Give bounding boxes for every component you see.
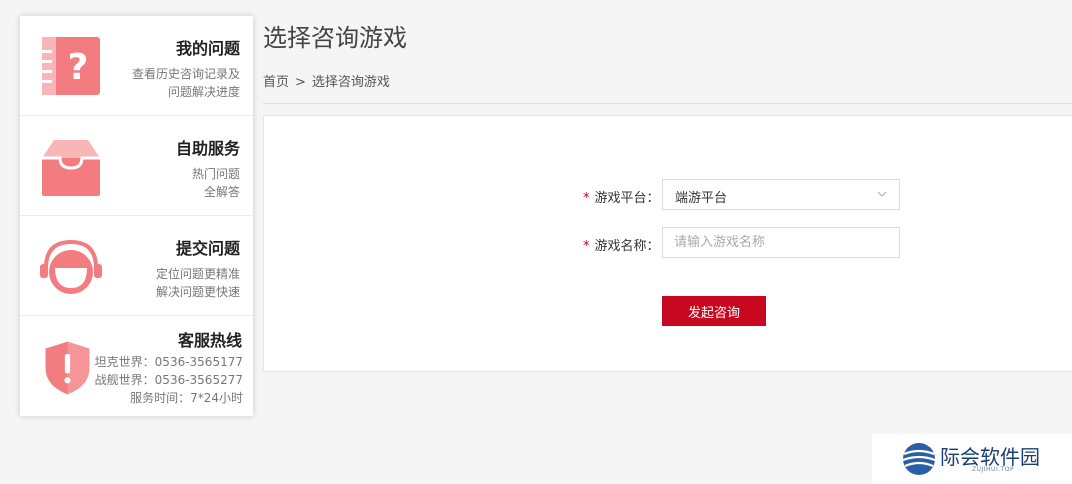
- desc-line: 解决问题更快速: [155, 285, 240, 299]
- platform-label: * 游戏平台：: [583, 187, 660, 206]
- headset-icon: [40, 239, 102, 294]
- question-book-icon: ?: [40, 37, 100, 95]
- watermark: 际会软件园 ZUJIHUI.TOP: [872, 434, 1072, 484]
- header-divider: [263, 103, 1072, 104]
- required-mark: *: [583, 191, 590, 206]
- inbox-tray-icon: [42, 140, 100, 196]
- shield-alert-icon: [45, 341, 90, 395]
- platform-select[interactable]: 端游平台: [662, 179, 900, 210]
- breadcrumb-home-link[interactable]: 首页: [263, 75, 289, 90]
- desc-line: 查看历史咨询记录及: [131, 67, 240, 81]
- sidebar-item-title: 我的问题: [175, 39, 240, 58]
- breadcrumb: 首页 > 选择咨询游戏: [263, 71, 390, 90]
- platform-label-text: 游戏平台: [594, 191, 647, 206]
- chevron-down-icon: [877, 191, 887, 197]
- label-colon: ：: [646, 239, 660, 254]
- sidebar-item-title: 提交问题: [175, 239, 240, 258]
- desc-line: 全解答: [203, 185, 240, 199]
- game-name-label-text: 游戏名称: [594, 239, 647, 254]
- desc-line: 定位问题更精准: [155, 267, 240, 281]
- svg-text:?: ?: [68, 47, 89, 88]
- watermark-sub: ZUJIHUI.TOP: [972, 466, 1015, 473]
- sidebar: ? 我的问题 查看历史咨询记录及 问题解决进度 自助服务 热门问题 全解答 提交…: [20, 16, 253, 416]
- sidebar-item-self-service[interactable]: 自助服务 热门问题 全解答: [20, 116, 253, 216]
- sidebar-item-my-questions[interactable]: ? 我的问题 查看历史咨询记录及 问题解决进度: [20, 16, 253, 116]
- sidebar-item-desc: 热门问题 全解答: [192, 165, 240, 201]
- desc-line: 问题解决进度: [167, 85, 240, 99]
- sidebar-item-title: 自助服务: [175, 139, 240, 158]
- required-mark: *: [583, 239, 590, 254]
- desc-line: 战舰世界：0536-3565277: [94, 373, 243, 387]
- game-name-label: * 游戏名称：: [583, 235, 660, 254]
- start-consult-button[interactable]: 发起咨询: [662, 296, 766, 326]
- page-title: 选择咨询游戏: [263, 24, 407, 52]
- breadcrumb-current: 选择咨询游戏: [311, 75, 390, 90]
- breadcrumb-separator: >: [295, 75, 306, 90]
- label-colon: ：: [646, 191, 660, 206]
- sidebar-item-submit-question[interactable]: 提交问题 定位问题更精准 解决问题更快速: [20, 216, 253, 316]
- sidebar-item-hotline[interactable]: 客服热线 坦克世界：0536-3565177 战舰世界：0536-3565277…: [20, 316, 253, 416]
- globe-logo-icon: [902, 443, 936, 475]
- platform-select-value: 端游平台: [675, 191, 728, 206]
- sidebar-item-desc: 坦克世界：0536-3565177 战舰世界：0536-3565277 服务时间…: [95, 353, 243, 407]
- desc-line: 服务时间：7*24小时: [130, 391, 243, 405]
- sidebar-item-desc: 查看历史咨询记录及 问题解决进度: [132, 65, 240, 101]
- sidebar-item-desc: 定位问题更精准 解决问题更快速: [156, 265, 240, 301]
- desc-line: 热门问题: [191, 167, 240, 181]
- game-name-input[interactable]: [662, 227, 900, 258]
- desc-line: 坦克世界：0536-3565177: [94, 355, 243, 369]
- sidebar-item-title: 客服热线: [177, 331, 242, 350]
